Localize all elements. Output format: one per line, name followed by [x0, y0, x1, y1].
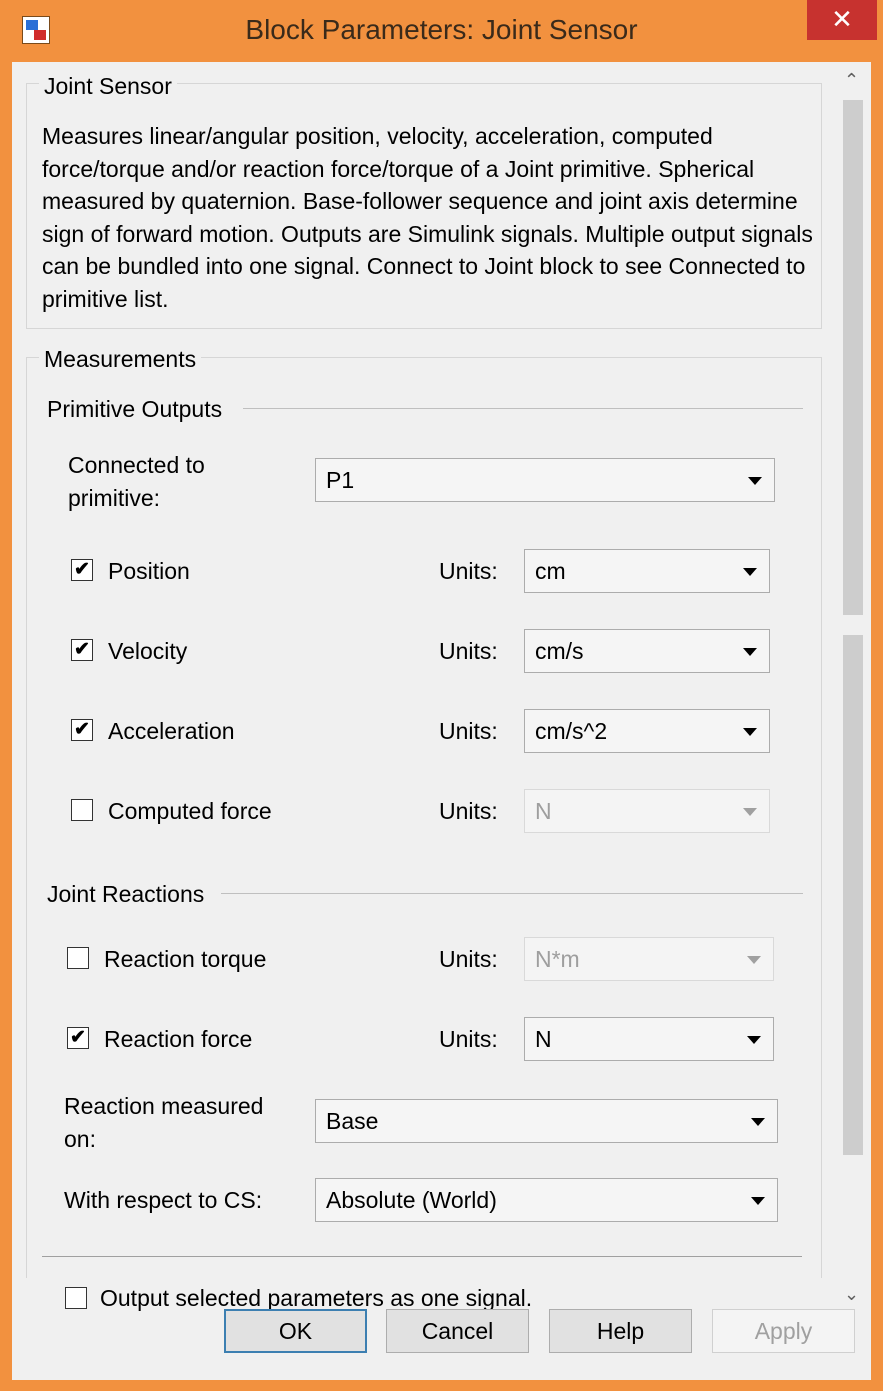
- output-one-signal-checkbox[interactable]: [65, 1287, 87, 1309]
- title-bar[interactable]: Block Parameters: Joint Sensor ✕: [0, 0, 883, 62]
- measurements-bottom-divider: [42, 1256, 802, 1257]
- close-button[interactable]: ✕: [807, 0, 877, 40]
- chevron-down-icon: [748, 477, 762, 485]
- acceleration-units-value: cm/s^2: [535, 718, 608, 744]
- reaction-torque-units-label: Units:: [439, 946, 498, 972]
- acceleration-checkbox[interactable]: ✔: [71, 719, 93, 741]
- velocity-units-select[interactable]: cm/s: [524, 629, 770, 673]
- reaction-measured-on-label-line2: on:: [64, 1126, 96, 1152]
- reaction-force-units-value: N: [535, 1026, 552, 1052]
- connected-to-primitive-value: P1: [326, 467, 355, 493]
- scroll-down-icon[interactable]: ⌄: [844, 1284, 859, 1305]
- chevron-down-icon: [743, 568, 757, 576]
- primitive-outputs-divider: [243, 408, 803, 409]
- reaction-force-units-label: Units:: [439, 1026, 498, 1052]
- help-button[interactable]: Help: [549, 1309, 692, 1353]
- joint-reactions-divider: [221, 893, 803, 894]
- reaction-torque-units-value: N*m: [535, 946, 580, 972]
- ok-button[interactable]: OK: [224, 1309, 367, 1353]
- position-units-value: cm: [535, 558, 566, 584]
- acceleration-units-label: Units:: [439, 718, 498, 744]
- cancel-button[interactable]: Cancel: [386, 1309, 529, 1353]
- position-units-select[interactable]: cm: [524, 549, 770, 593]
- chevron-down-icon: [747, 1036, 761, 1044]
- connected-to-label-line1: Connected to: [68, 452, 205, 478]
- with-respect-to-cs-select[interactable]: Absolute (World): [315, 1178, 778, 1222]
- position-checkbox[interactable]: ✔: [71, 559, 93, 581]
- primitive-outputs-heading: Primitive Outputs: [47, 396, 223, 422]
- velocity-checkbox[interactable]: ✔: [71, 639, 93, 661]
- scrollbar-grip: [843, 615, 863, 635]
- measurements-group-title: Measurements: [39, 346, 202, 373]
- reaction-torque-checkbox[interactable]: [67, 947, 89, 969]
- position-units-label: Units:: [439, 558, 498, 584]
- velocity-units-value: cm/s: [535, 638, 584, 664]
- dialog-window: Block Parameters: Joint Sensor ✕ Joint S…: [0, 0, 883, 1391]
- connected-to-primitive-select[interactable]: P1: [315, 458, 775, 502]
- reaction-measured-on-label-line1: Reaction measured: [64, 1093, 264, 1119]
- chevron-down-icon: [743, 808, 757, 816]
- computed-force-units-select: N: [524, 789, 770, 833]
- computed-force-checkbox[interactable]: [71, 799, 93, 821]
- reaction-torque-units-select: N*m: [524, 937, 774, 981]
- reaction-force-units-select[interactable]: N: [524, 1017, 774, 1061]
- connected-to-label-line2: primitive:: [68, 485, 161, 511]
- reaction-measured-on-value: Base: [326, 1108, 379, 1134]
- computed-force-units-label: Units:: [439, 798, 498, 824]
- chevron-down-icon: [751, 1118, 765, 1126]
- chevron-down-icon: [743, 648, 757, 656]
- acceleration-units-select[interactable]: cm/s^2: [524, 709, 770, 753]
- reaction-measured-on-select[interactable]: Base: [315, 1099, 778, 1143]
- velocity-label: Velocity: [108, 638, 188, 664]
- chevron-down-icon: [743, 728, 757, 736]
- chevron-down-icon: [747, 956, 761, 964]
- dialog-client-area: Joint Sensor Measures linear/angular pos…: [12, 62, 871, 1380]
- window-title: Block Parameters: Joint Sensor: [245, 14, 638, 45]
- velocity-units-label: Units:: [439, 638, 498, 664]
- acceleration-label: Acceleration: [108, 718, 235, 744]
- position-label: Position: [108, 558, 190, 584]
- computed-force-units-value: N: [535, 798, 552, 824]
- reaction-force-label: Reaction force: [104, 1026, 253, 1052]
- output-one-signal-label: Output selected parameters as one signal…: [100, 1285, 533, 1311]
- block-description: Measures linear/angular position, veloci…: [42, 123, 813, 312]
- reaction-torque-label: Reaction torque: [104, 946, 267, 972]
- with-respect-to-cs-value: Absolute (World): [326, 1187, 497, 1213]
- vertical-scrollbar[interactable]: ⌃ ⌄: [834, 62, 870, 1312]
- with-respect-to-cs-label: With respect to CS:: [64, 1187, 263, 1213]
- reaction-force-checkbox[interactable]: ✔: [67, 1027, 89, 1049]
- joint-reactions-heading: Joint Reactions: [47, 881, 205, 907]
- scroll-up-icon[interactable]: ⌃: [844, 70, 859, 91]
- apply-button[interactable]: Apply: [712, 1309, 855, 1353]
- description-group-title: Joint Sensor: [39, 73, 177, 100]
- chevron-down-icon: [751, 1197, 765, 1205]
- computed-force-label: Computed force: [108, 798, 272, 824]
